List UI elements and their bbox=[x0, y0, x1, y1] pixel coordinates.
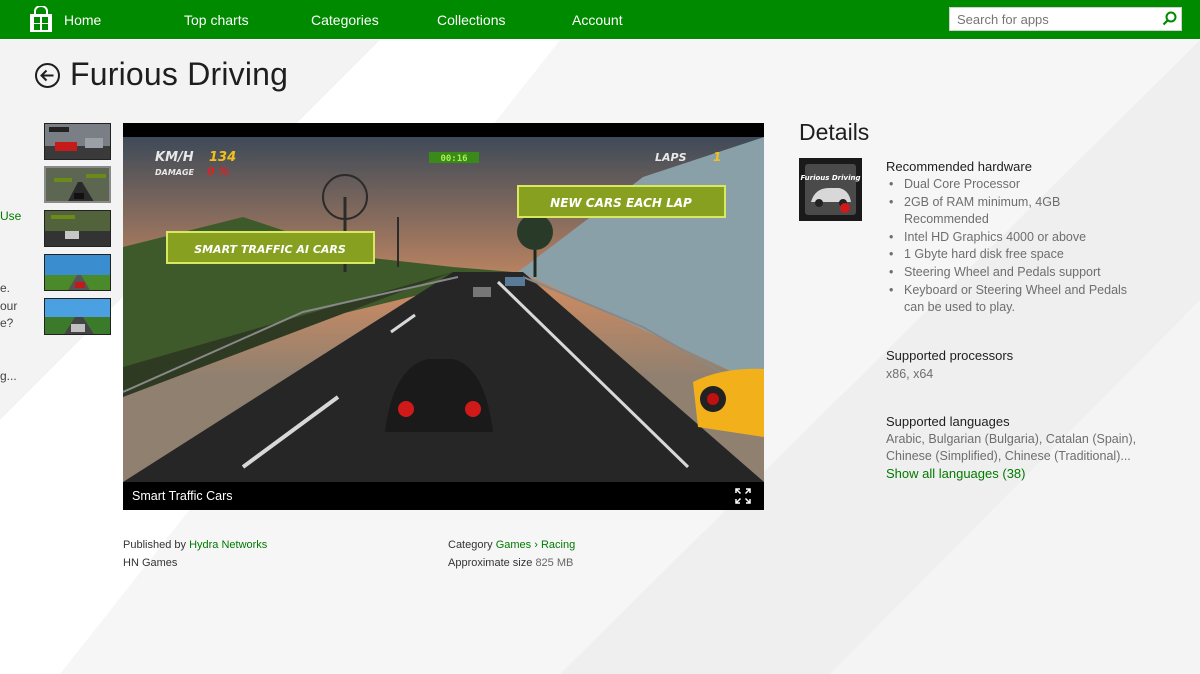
details-heading: Details bbox=[799, 119, 870, 145]
recommended-hardware-heading: Recommended hardware bbox=[886, 159, 1032, 174]
clipped-text: e? bbox=[0, 316, 14, 330]
search-box bbox=[949, 7, 1182, 31]
published-by-label: Published by bbox=[123, 539, 186, 551]
clipped-text: g... bbox=[0, 369, 17, 383]
clipped-text: e. bbox=[0, 281, 11, 295]
app-tile-text: Furious Driving bbox=[801, 174, 861, 182]
category-line: Category Games › Racing bbox=[448, 539, 575, 551]
screenshot-thumbnail[interactable] bbox=[44, 254, 111, 291]
developer-name: HN Games bbox=[123, 557, 178, 569]
hud-timer: 00:16 bbox=[440, 154, 467, 164]
search-icon[interactable] bbox=[1157, 8, 1181, 30]
supported-processors-heading: Supported processors bbox=[886, 348, 1014, 363]
category-link-games[interactable]: Games bbox=[496, 539, 531, 551]
list-item: • Steering Wheel and Pedals support bbox=[889, 264, 1101, 279]
list-item: • Keyboard or Steering Wheel and Pedals ca… bbox=[889, 282, 1128, 315]
list-item: • 1 Gbyte hard disk free space bbox=[889, 247, 1064, 262]
hw-item-text: Dual Core Processor bbox=[904, 177, 1021, 191]
banner-new-cars: NEW CARS EACH LAP bbox=[550, 196, 692, 210]
banner-smart-traffic: SMART TRAFFIC AI CARS bbox=[194, 243, 346, 256]
hw-item-text-cont: can be used to play. bbox=[904, 300, 1015, 315]
hw-item-text: Steering Wheel and Pedals support bbox=[904, 264, 1101, 279]
publisher-line: Published by Hydra Networks bbox=[123, 539, 267, 551]
hud-laps-label: LAPS bbox=[655, 151, 687, 164]
back-arrow-icon[interactable] bbox=[34, 62, 61, 89]
category-label: Category bbox=[448, 539, 493, 551]
supported-languages-heading: Supported languages bbox=[886, 414, 1010, 429]
size-label: Approximate size bbox=[448, 557, 533, 569]
publisher-link[interactable]: Hydra Networks bbox=[189, 539, 267, 551]
screenshot-thumbnail[interactable] bbox=[44, 298, 111, 335]
breadcrumb-separator: › bbox=[534, 539, 538, 551]
hud-speed-value: 134 bbox=[209, 150, 236, 165]
size-value: 825 MB bbox=[535, 557, 574, 569]
supported-languages-line: Arabic, Bulgarian (Bulgaria), Catalan (S… bbox=[886, 432, 1137, 446]
top-nav-bar: Home Top charts Categories Collections A… bbox=[0, 0, 1200, 39]
hud-laps-value: 1 bbox=[713, 150, 721, 164]
game-screenshot: NEW CARS EACH LAP SMART TRAFFIC AI CARS … bbox=[123, 137, 764, 482]
nav-account[interactable]: Account bbox=[572, 0, 623, 39]
nav-home[interactable]: Home bbox=[64, 0, 101, 39]
hw-item-text: Intel HD Graphics 4000 or above bbox=[904, 229, 1087, 244]
supported-languages-line: Chinese (Simplified), Chinese (Tradition… bbox=[886, 449, 1131, 463]
nav-categories[interactable]: Categories bbox=[311, 0, 379, 39]
screenshot-thumbnail[interactable] bbox=[44, 123, 111, 160]
screenshot-viewer: NEW CARS EACH LAP SMART TRAFFIC AI CARS … bbox=[123, 123, 764, 510]
nav-top-charts[interactable]: Top charts bbox=[184, 0, 249, 39]
list-item: • Dual Core Processor bbox=[889, 177, 1021, 191]
store-logo-icon[interactable] bbox=[28, 5, 54, 34]
hw-item-text: 2GB of RAM minimum, 4GB bbox=[904, 194, 1061, 209]
recommended-hardware-list: • Dual Core Processor • 2GB of RAM minimum… bbox=[886, 176, 1176, 317]
nav-collections[interactable]: Collections bbox=[437, 0, 505, 39]
fullscreen-expand-icon[interactable] bbox=[735, 488, 751, 504]
hud-damage-label: DAMAGE bbox=[155, 168, 195, 177]
page-title: Furious Driving bbox=[70, 56, 289, 92]
category-link-racing[interactable]: Racing bbox=[541, 539, 575, 551]
size-line: Approximate size 825 MB bbox=[448, 557, 573, 569]
show-all-languages-link[interactable]: Show all languages (38) bbox=[886, 466, 1025, 481]
clipped-text: our bbox=[0, 299, 18, 313]
app-tile-image: Furious Driving bbox=[799, 158, 862, 221]
screenshot-thumbnail[interactable] bbox=[44, 210, 111, 247]
hw-item-text: 1 Gbyte hard disk free space bbox=[904, 247, 1064, 262]
supported-processors-value: x86, x64 bbox=[886, 367, 934, 381]
hud-damage-value: 0 % bbox=[207, 165, 230, 178]
list-item: • 2GB of RAM minimum, 4GB Recommended bbox=[889, 194, 1061, 227]
hw-item-text-cont: Recommended bbox=[904, 212, 989, 227]
hw-item-text: Keyboard or Steering Wheel and Pedals bbox=[904, 282, 1128, 297]
clipped-link-text[interactable]: Use bbox=[0, 209, 21, 223]
screenshot-caption: Smart Traffic Cars bbox=[132, 489, 233, 503]
screenshot-thumbnail-selected[interactable] bbox=[44, 166, 111, 203]
list-item: • Intel HD Graphics 4000 or above bbox=[889, 229, 1087, 244]
hud-speed-label: KM/H bbox=[155, 150, 194, 165]
search-input[interactable] bbox=[950, 8, 1169, 30]
